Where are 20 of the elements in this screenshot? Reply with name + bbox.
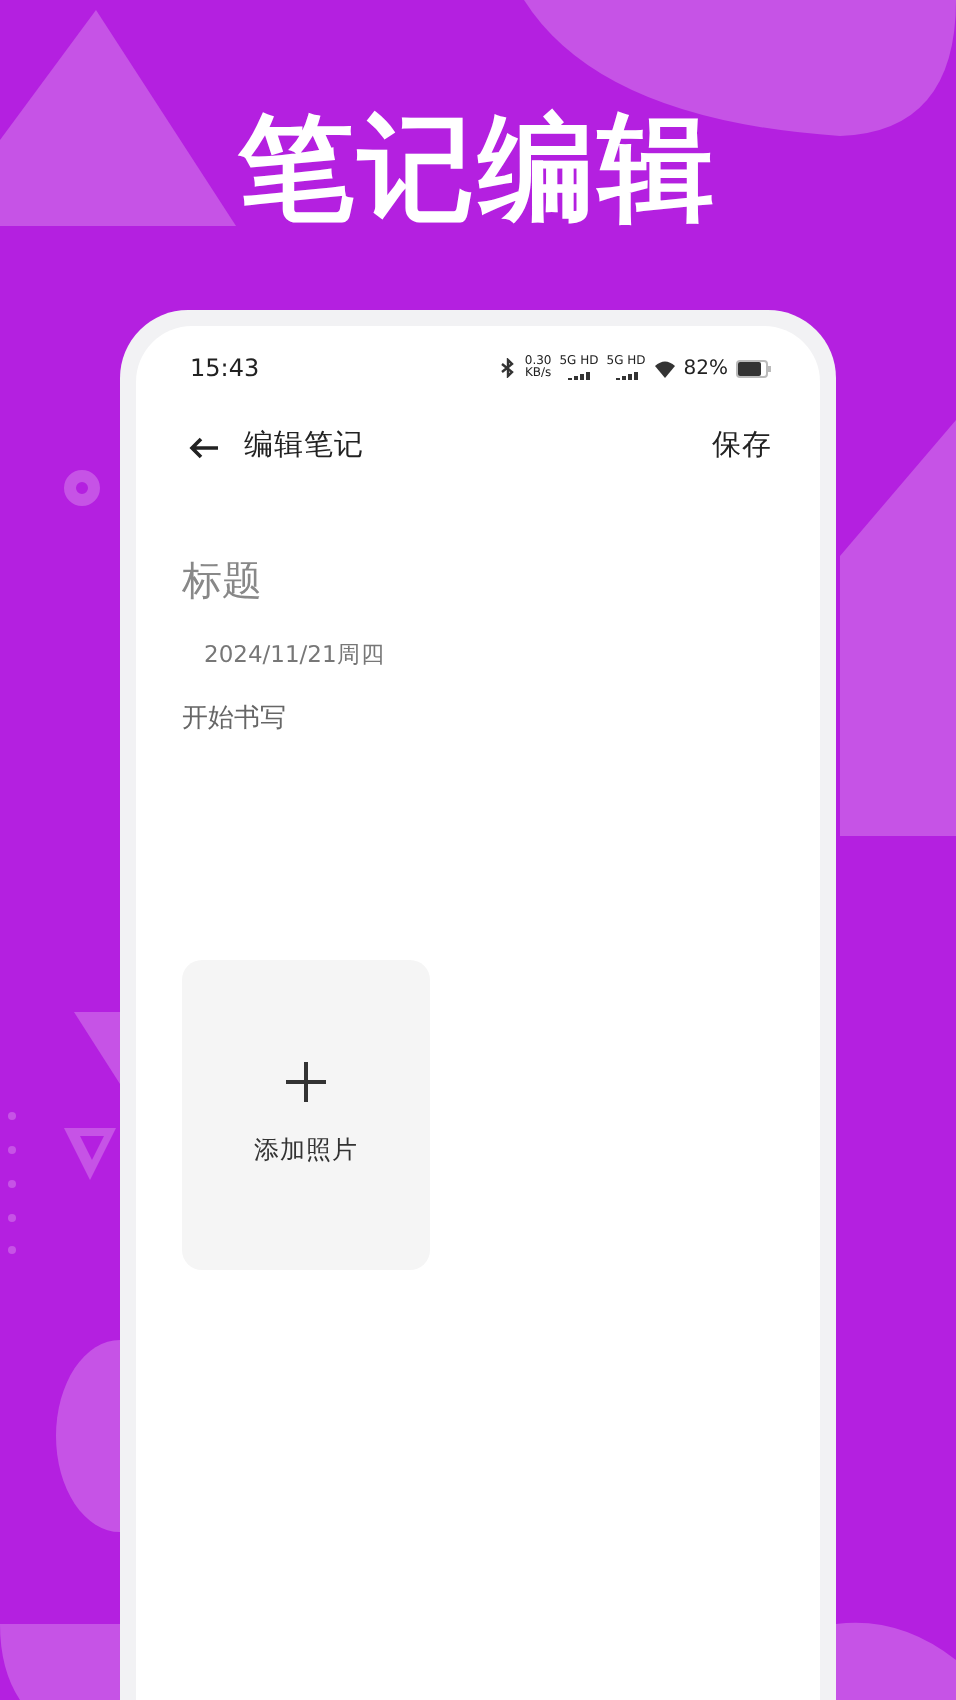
back-arrow-icon[interactable] bbox=[188, 436, 220, 460]
headline: 笔记编辑 bbox=[238, 98, 718, 240]
bluetooth-icon bbox=[500, 358, 517, 378]
status-time: 15:43 bbox=[190, 352, 260, 386]
battery-icon bbox=[736, 359, 772, 377]
decor-blob bbox=[0, 1624, 120, 1700]
signal-icon bbox=[567, 370, 590, 380]
signal-icon bbox=[615, 370, 637, 380]
page-title: 编辑笔记 bbox=[244, 428, 364, 467]
note-date: 2024/11/21周四 bbox=[204, 638, 387, 672]
decor-triangle bbox=[74, 1012, 120, 1084]
save-button[interactable]: 保存 bbox=[712, 426, 772, 470]
decor-blob bbox=[836, 1622, 956, 1700]
dot-pattern bbox=[8, 1112, 16, 1254]
plus-icon bbox=[284, 1060, 328, 1105]
decor-ring bbox=[64, 470, 100, 506]
add-photo-button[interactable]: 添加照片 bbox=[182, 960, 430, 1271]
wifi-icon bbox=[653, 359, 676, 377]
decor-triangle-outline bbox=[64, 1128, 116, 1180]
battery-percent: 82% bbox=[683, 355, 728, 383]
